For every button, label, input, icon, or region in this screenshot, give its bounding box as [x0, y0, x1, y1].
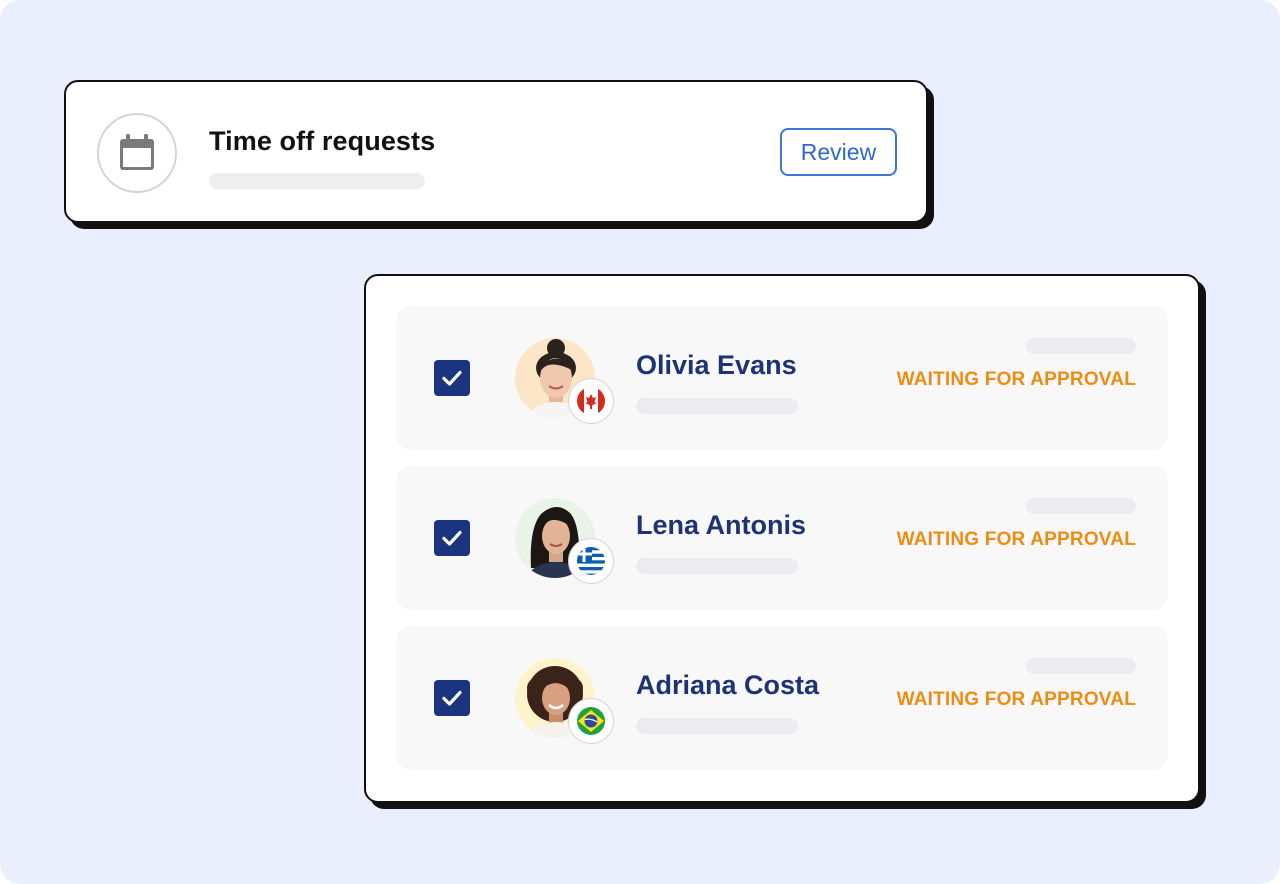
list-item[interactable]: Olivia Evans WAITING FOR APPROVAL	[396, 306, 1168, 450]
detail-placeholder	[636, 398, 798, 414]
detail-placeholder	[636, 558, 798, 574]
status-badge: WAITING FOR APPROVAL	[896, 689, 1136, 710]
time-off-card: Time off requests Review	[64, 80, 928, 223]
check-icon	[442, 370, 462, 386]
employee-name: Lena Antonis	[636, 510, 807, 540]
date-placeholder	[1026, 498, 1136, 514]
status-badge: WAITING FOR APPROVAL	[896, 369, 1136, 390]
check-icon	[442, 530, 462, 546]
checkbox[interactable]	[434, 360, 470, 396]
checkbox[interactable]	[434, 680, 470, 716]
status-badge: WAITING FOR APPROVAL	[896, 529, 1136, 550]
page-background: Time off requests Review Olivia Evans WA…	[0, 0, 1280, 884]
detail-placeholder	[636, 718, 798, 734]
employee-name: Adriana Costa	[636, 670, 820, 700]
card-title: Time off requests	[209, 126, 436, 156]
subtitle-placeholder	[209, 173, 425, 189]
check-icon	[442, 690, 462, 706]
calendar-icon	[97, 113, 177, 193]
canada-flag-icon	[568, 378, 614, 424]
date-placeholder	[1026, 338, 1136, 354]
requests-list: Olivia Evans WAITING FOR APPROVAL Lena A…	[364, 274, 1200, 803]
greece-flag-icon	[568, 538, 614, 584]
list-item[interactable]: Adriana Costa WAITING FOR APPROVAL	[396, 626, 1168, 770]
review-button[interactable]: Review	[780, 128, 897, 176]
list-item[interactable]: Lena Antonis WAITING FOR APPROVAL	[396, 466, 1168, 610]
brazil-flag-icon	[568, 698, 614, 744]
date-placeholder	[1026, 658, 1136, 674]
employee-name: Olivia Evans	[636, 350, 797, 380]
checkbox[interactable]	[434, 520, 470, 556]
